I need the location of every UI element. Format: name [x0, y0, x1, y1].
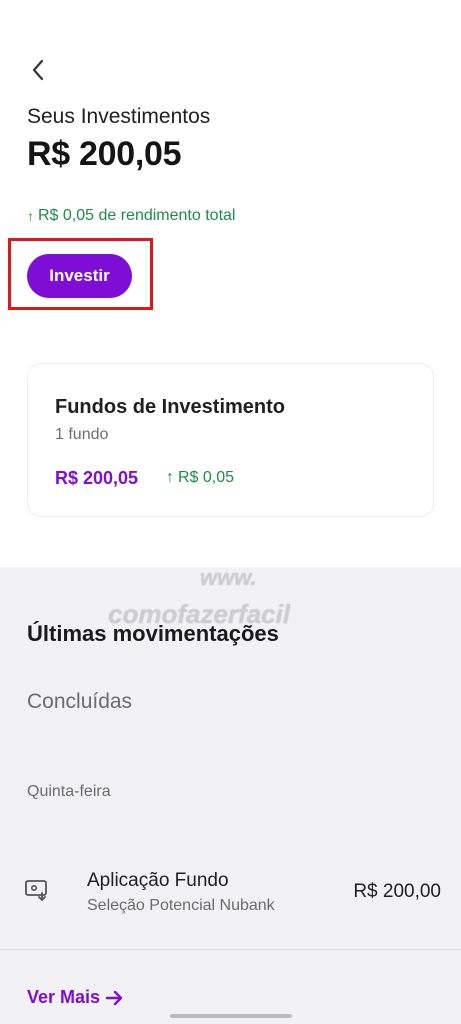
fund-return: ↑ R$ 0,05: [166, 469, 234, 487]
transaction-amount: R$ 200,00: [353, 881, 441, 902]
page-subtitle: Seus Investimentos: [27, 105, 211, 128]
bank-deposit-icon: [25, 880, 47, 901]
transaction-title: Aplicação Fundo: [87, 870, 229, 891]
total-return-text: R$ 0,05 de rendimento total: [38, 207, 236, 224]
fund-count: 1 fundo: [55, 426, 109, 443]
day-label: Quinta-feira: [27, 783, 111, 800]
back-button[interactable]: [24, 56, 52, 84]
chevron-left-icon: [32, 59, 44, 81]
arrow-right-icon: [106, 990, 123, 1005]
transaction-row[interactable]: Aplicação Fundo Seleção Potencial Nubank…: [0, 850, 461, 950]
invest-button[interactable]: Investir: [27, 254, 132, 298]
fund-card-title: Fundos de Investimento: [55, 396, 286, 418]
total-return: ↑ R$ 0,05 de rendimento total: [27, 207, 235, 225]
total-balance: R$ 200,05: [27, 135, 182, 173]
see-more-label: Ver Mais: [27, 987, 101, 1007]
fund-value: R$ 200,05: [55, 468, 139, 488]
tab-completed[interactable]: Concluídas: [27, 690, 132, 714]
transaction-subtitle: Seleção Potencial Nubank: [87, 897, 275, 914]
fund-return-text: R$ 0,05: [178, 469, 235, 486]
investment-funds-card[interactable]: Fundos de Investimento 1 fundo R$ 200,05…: [27, 363, 434, 517]
arrow-up-icon: ↑: [27, 208, 34, 224]
arrow-up-icon: ↑: [166, 469, 174, 486]
divider: [0, 949, 461, 950]
see-more-link[interactable]: Ver Mais: [27, 987, 124, 1008]
movements-title: Últimas movimentações: [27, 621, 279, 646]
home-indicator: [170, 1014, 292, 1018]
summary-section: Seus Investimentos R$ 200,05 ↑ R$ 0,05 d…: [0, 0, 461, 567]
